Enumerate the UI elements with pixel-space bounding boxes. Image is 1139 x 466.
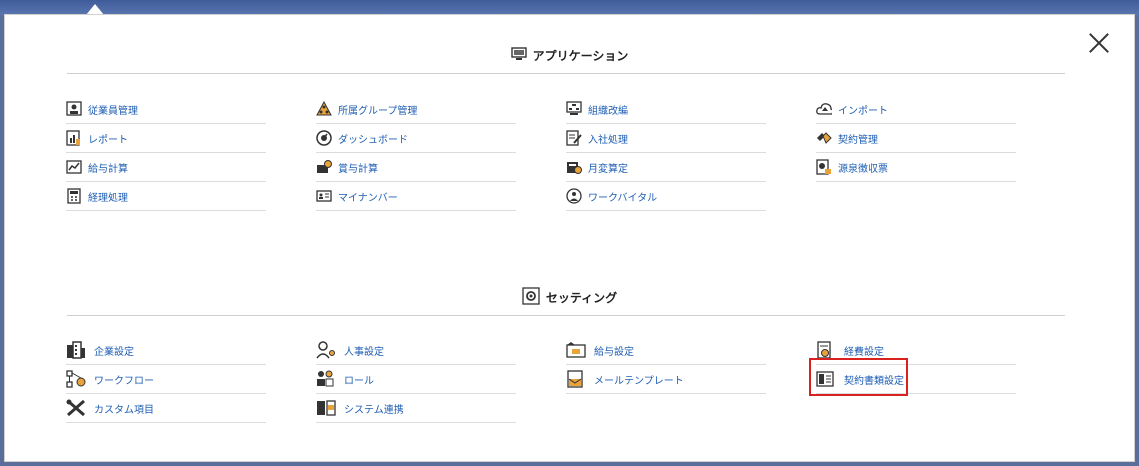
settings-header: セッティング: [0, 287, 1139, 308]
app-item-onboarding[interactable]: 入社処理: [566, 124, 766, 153]
calculator-icon: [66, 188, 82, 204]
role-people-icon: [316, 370, 336, 388]
app-item-contract-management[interactable]: 契約管理: [816, 124, 1016, 153]
app-item-my-number[interactable]: マイナンバー: [316, 182, 516, 211]
setting-item-expense[interactable]: 経費設定: [816, 336, 1016, 365]
setting-item-workflow[interactable]: ワークフロー: [66, 365, 266, 394]
app-item-work-vital[interactable]: ワークバイタル: [566, 182, 766, 211]
app-item-reorganization[interactable]: 組織改編: [566, 95, 766, 124]
app-item-report[interactable]: レポート: [66, 124, 266, 153]
app-item-import[interactable]: インポート: [816, 95, 1016, 124]
bonus-icon: [316, 159, 332, 175]
group-hierarchy-icon: [316, 101, 332, 117]
setting-item-role[interactable]: ロール: [316, 365, 516, 394]
report-icon: [66, 130, 82, 146]
applications-divider: [67, 73, 1065, 74]
employee-card-icon: [66, 101, 82, 117]
handshake-icon: [816, 130, 832, 146]
app-item-dashboard[interactable]: ダッシュボード: [316, 124, 516, 153]
id-card-icon: [316, 188, 332, 204]
settings-gear-icon: [522, 287, 540, 308]
building-icon: [66, 341, 86, 359]
person-key-icon: [316, 341, 336, 359]
contract-doc-icon: [816, 370, 836, 388]
server-link-icon: [316, 399, 336, 417]
calc-check-icon: [566, 159, 582, 175]
setting-item-system-integration[interactable]: システム連携: [316, 394, 516, 423]
monitor-icon: [510, 46, 527, 65]
top-bar: [0, 0, 1139, 15]
document-pen-icon: [566, 130, 582, 146]
app-item-monthly-calc[interactable]: 月変算定: [566, 153, 766, 182]
app-item-payroll[interactable]: 給与計算: [66, 153, 266, 182]
org-chart-icon: [566, 101, 582, 117]
mail-icon: [566, 370, 586, 388]
workflow-icon: [66, 370, 86, 388]
setting-item-hr[interactable]: 人事設定: [316, 336, 516, 365]
setting-item-contract-docs[interactable]: 契約書類設定: [816, 365, 1016, 394]
settings-title: セッティング: [545, 291, 618, 305]
payroll-setting-icon: [566, 341, 586, 359]
expense-doc-icon: [816, 341, 836, 359]
app-item-bonus[interactable]: 賞与計算: [316, 153, 516, 182]
setting-item-company[interactable]: 企業設定: [66, 336, 266, 365]
vital-person-icon: [566, 188, 582, 204]
slip-icon: [816, 159, 832, 175]
setting-item-custom-fields[interactable]: カスタム項目: [66, 394, 266, 423]
app-item-group-management[interactable]: 所属グループ管理: [316, 95, 516, 124]
applications-title: アプリケーション: [532, 49, 629, 63]
setting-item-mail-template[interactable]: メールテンプレート: [566, 365, 766, 394]
tools-icon: [66, 399, 86, 417]
setting-item-payroll[interactable]: 給与設定: [566, 336, 766, 365]
dashboard-gauge-icon: [316, 130, 332, 146]
app-item-withholding-slip[interactable]: 源泉徴収票: [816, 153, 1016, 182]
app-item-employee-management[interactable]: 従業員管理: [66, 95, 266, 124]
applications-header: アプリケーション: [0, 46, 1139, 65]
cloud-upload-icon: [816, 101, 832, 117]
app-item-accounting[interactable]: 経理処理: [66, 182, 266, 211]
payroll-chart-icon: [66, 159, 82, 175]
settings-divider: [67, 315, 1065, 316]
